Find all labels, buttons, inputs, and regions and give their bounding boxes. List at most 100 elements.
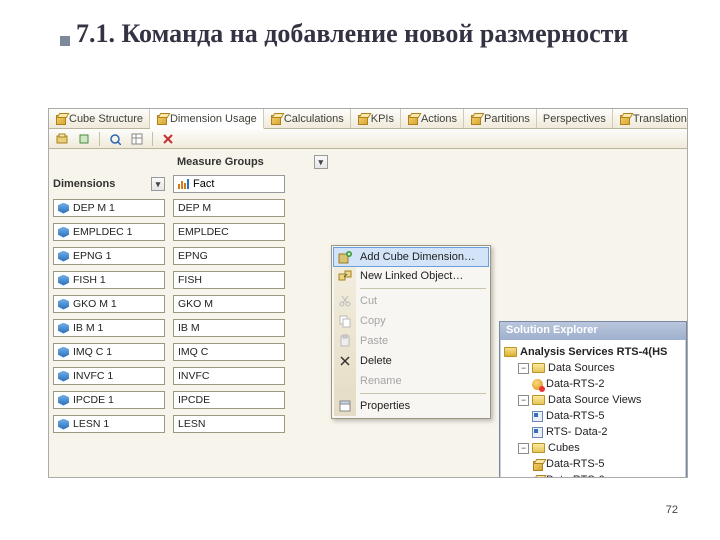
tab-calculations[interactable]: Calculations [264, 109, 351, 128]
grid-row: IMQ C 1 IMQ C [53, 343, 285, 361]
solution-tree[interactable]: Analysis Services RTS-4(HS −Data Sources… [500, 340, 686, 478]
cube-icon [357, 113, 368, 124]
folder-icon [532, 363, 545, 373]
tree-dsv[interactable]: −Data Source Views [504, 392, 684, 408]
menu-rename: Rename [334, 371, 488, 391]
fact-column-header[interactable]: Fact [173, 175, 285, 193]
slide-title: 7.1. Команда на добавление новой размерн… [0, 0, 720, 57]
fact-cell[interactable]: IPCDE [173, 391, 285, 409]
delete-icon [338, 354, 352, 368]
fact-cell[interactable]: DEP M [173, 199, 285, 217]
dsv-icon [532, 427, 543, 438]
menu-properties[interactable]: Properties [334, 396, 488, 416]
dimensions-header: Dimensions ▾ [53, 177, 165, 191]
tree-cubes[interactable]: −Cubes [504, 440, 684, 456]
menu-add-cube-dimension[interactable]: Add Cube Dimension… [333, 247, 489, 267]
dimension-cell[interactable]: IB M 1 [53, 319, 165, 337]
fact-cell[interactable]: INVFC [173, 367, 285, 385]
collapse-icon[interactable]: − [518, 363, 529, 374]
add-dimension-icon [338, 251, 352, 265]
tree-cube-item[interactable]: Data-RTS-6 [504, 472, 684, 478]
toolbar-button-5[interactable] [159, 131, 177, 147]
dimension-cell[interactable]: IPCDE 1 [53, 391, 165, 409]
tab-perspectives[interactable]: Perspectives [537, 109, 613, 128]
dimension-cell[interactable]: DEP M 1 [53, 199, 165, 217]
cube-icon [156, 113, 167, 124]
dsv-icon [532, 411, 543, 422]
project-icon [504, 347, 517, 357]
menu-delete[interactable]: Delete [334, 351, 488, 371]
dimension-icon [58, 419, 69, 430]
solution-explorer-title: Solution Explorer [500, 322, 686, 340]
page-number: 72 [666, 504, 678, 516]
dimension-cell[interactable]: EPNG 1 [53, 247, 165, 265]
dimension-cell[interactable]: EMPLDEC 1 [53, 223, 165, 241]
fact-cell[interactable]: IB M [173, 319, 285, 337]
tree-dsv-item[interactable]: RTS- Data-2 [504, 424, 684, 440]
designer-toolbar [49, 129, 687, 149]
dimension-cell[interactable]: GKO M 1 [53, 295, 165, 313]
fact-cell[interactable]: EPNG [173, 247, 285, 265]
grid-row: EPNG 1 EPNG [53, 247, 285, 265]
toolbar-separator [152, 132, 153, 146]
copy-icon [338, 314, 352, 328]
folder-icon [532, 443, 545, 453]
dimension-cell[interactable]: IMQ C 1 [53, 343, 165, 361]
paste-icon [338, 334, 352, 348]
tree-cube-item[interactable]: Data-RTS-5 [504, 456, 684, 472]
collapse-icon[interactable]: − [518, 395, 529, 406]
dimension-usage-grid: Measure Groups ▾ Dimensions ▾ Fact DEP M… [49, 149, 687, 478]
grid-row: DEP M 1 DEP M [53, 199, 285, 217]
fact-cell[interactable]: LESN [173, 415, 285, 433]
context-menu: Add Cube Dimension… New Linked Object… C… [331, 245, 491, 419]
tab-cube-structure[interactable]: Cube Structure [49, 109, 150, 128]
dimension-icon [58, 323, 69, 334]
dimension-cell[interactable]: FISH 1 [53, 271, 165, 289]
tree-data-sources[interactable]: −Data Sources [504, 360, 684, 376]
fact-cell[interactable]: GKO M [173, 295, 285, 313]
tree-project-root[interactable]: Analysis Services RTS-4(HS [504, 344, 684, 360]
tab-translations[interactable]: Translations [613, 109, 688, 128]
tab-partitions[interactable]: Partitions [464, 109, 537, 128]
measure-groups-header: Measure Groups ▾ [177, 155, 328, 169]
dimension-icon [58, 371, 69, 382]
tab-kpis[interactable]: KPIs [351, 109, 401, 128]
fact-cell[interactable]: FISH [173, 271, 285, 289]
dimension-icon [58, 299, 69, 310]
cube-icon [532, 459, 543, 470]
dimensions-dropdown-icon[interactable]: ▾ [151, 177, 165, 191]
menu-paste: Paste [334, 331, 488, 351]
grid-row: IPCDE 1 IPCDE [53, 391, 285, 409]
cube-icon [470, 113, 481, 124]
menu-copy: Copy [334, 311, 488, 331]
toolbar-button-3[interactable] [106, 131, 124, 147]
tab-actions[interactable]: Actions [401, 109, 464, 128]
dimension-icon [58, 275, 69, 286]
menu-cut: Cut [334, 291, 488, 311]
cube-icon [619, 113, 630, 124]
cube-icon [270, 113, 281, 124]
cube-icon [55, 113, 66, 124]
tree-dsv-item[interactable]: Data-RTS-5 [504, 408, 684, 424]
toolbar-button-4[interactable] [128, 131, 146, 147]
grid-row: FISH 1 FISH [53, 271, 285, 289]
toolbar-button-2[interactable] [75, 131, 93, 147]
dimension-cell[interactable]: INVFC 1 [53, 367, 165, 385]
dimension-cell[interactable]: LESN 1 [53, 415, 165, 433]
datasource-icon [532, 379, 543, 390]
grid-row: INVFC 1 INVFC [53, 367, 285, 385]
fact-cell[interactable]: IMQ C [173, 343, 285, 361]
collapse-icon[interactable]: − [518, 443, 529, 454]
cube-icon [407, 113, 418, 124]
cut-icon [338, 294, 352, 308]
toolbar-button-1[interactable] [53, 131, 71, 147]
dimension-icon [58, 395, 69, 406]
menu-new-linked-object[interactable]: New Linked Object… [334, 266, 488, 286]
grid-row: LESN 1 LESN [53, 415, 285, 433]
properties-icon [338, 399, 352, 413]
tab-dimension-usage[interactable]: Dimension Usage [150, 109, 264, 129]
toolbar-separator [99, 132, 100, 146]
fact-cell[interactable]: EMPLDEC [173, 223, 285, 241]
tree-ds-item[interactable]: Data-RTS-2 [504, 376, 684, 392]
measure-dropdown-icon[interactable]: ▾ [314, 155, 328, 169]
